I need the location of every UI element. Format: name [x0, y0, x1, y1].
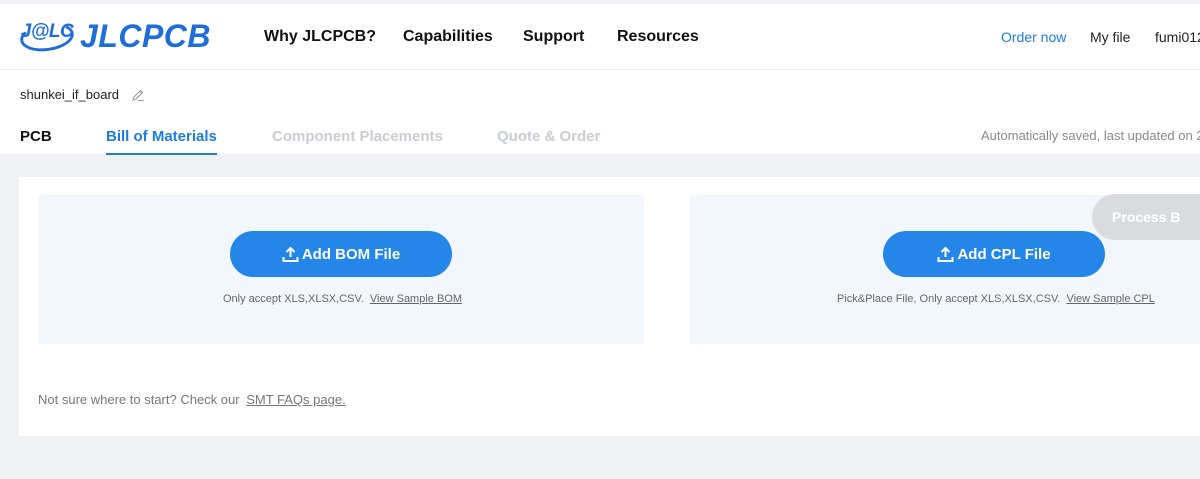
pencil-icon[interactable] [131, 88, 145, 102]
bom-upload-panel: Add BOM File Only accept XLS,XLSX,CSV. V… [38, 195, 644, 344]
user-account-link[interactable]: fumi012 [1155, 4, 1200, 70]
smt-faqs-link[interactable]: SMT FAQs page. [246, 392, 345, 407]
add-cpl-file-label: Add CPL File [957, 245, 1051, 263]
tab-quote-and-order[interactable]: Quote & Order [497, 128, 600, 145]
cpl-accepted-formats: Pick&Place File, Only accept XLS,XLSX,CS… [837, 293, 1155, 305]
tab-pcb[interactable]: PCB [20, 128, 52, 145]
logo-badge-text: J@LC [20, 21, 74, 42]
my-file-link[interactable]: My file [1090, 4, 1130, 70]
add-bom-file-button[interactable]: Add BOM File [230, 231, 452, 277]
smt-help-prefix: Not sure where to start? Check our [38, 392, 240, 407]
logo-wordmark: JLCPCB [80, 17, 212, 54]
bom-hint-text: Only accept XLS,XLSX,CSV. [223, 293, 364, 305]
nav-capabilities[interactable]: Capabilities [403, 4, 493, 70]
tab-component-placements[interactable]: Component Placements [272, 128, 443, 145]
project-name: shunkei_if_board [20, 87, 120, 102]
project-header: shunkei_if_board PCB Bill of Materials C… [0, 70, 1200, 155]
process-bom-button[interactable]: Process B [1092, 194, 1200, 240]
smt-help-text: Not sure where to start? Check our SMT F… [38, 392, 346, 407]
top-navigation-bar: J@LC JLCPCB Why JLCPCB? Capabilities Sup… [0, 4, 1200, 70]
nav-why-jlcpcb[interactable]: Why JLCPCB? [264, 4, 376, 70]
nav-resources[interactable]: Resources [617, 4, 699, 70]
view-sample-bom-link[interactable]: View Sample BOM [370, 293, 462, 305]
view-sample-cpl-link[interactable]: View Sample CPL [1066, 293, 1154, 305]
cpl-hint-text: Pick&Place File, Only accept XLS,XLSX,CS… [837, 293, 1061, 305]
add-bom-file-label: Add BOM File [301, 245, 401, 263]
bom-accepted-formats: Only accept XLS,XLSX,CSV. View Sample BO… [223, 293, 462, 305]
upload-icon [282, 246, 299, 263]
jlcpcb-logo[interactable]: J@LC JLCPCB [18, 17, 212, 55]
add-cpl-file-button[interactable]: Add CPL File [883, 231, 1105, 277]
order-now-link[interactable]: Order now [1001, 4, 1066, 70]
autosave-status: Automatically saved, last updated on 2 [981, 128, 1200, 143]
logo-badge: J@LC [18, 19, 76, 55]
project-title: shunkei_if_board [20, 87, 145, 102]
upload-icon [937, 246, 954, 263]
tab-bill-of-materials[interactable]: Bill of Materials [106, 128, 217, 155]
nav-support[interactable]: Support [523, 4, 584, 70]
upload-card: Add BOM File Only accept XLS,XLSX,CSV. V… [19, 177, 1200, 436]
